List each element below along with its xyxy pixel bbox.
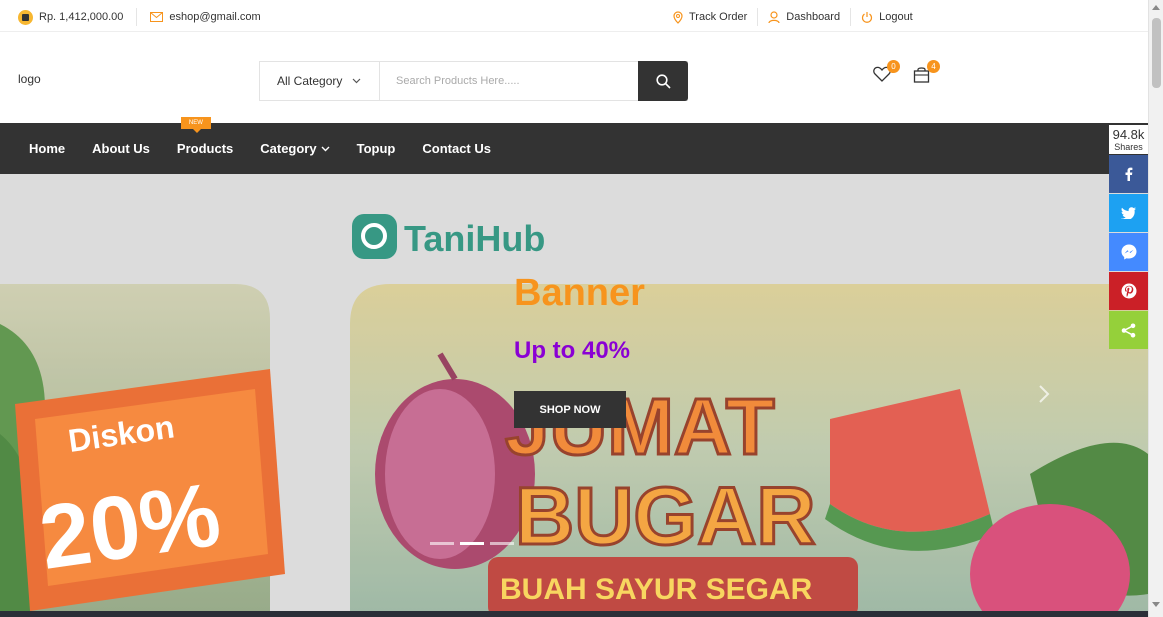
carousel-dot-active[interactable]: [460, 542, 484, 545]
top-bar-right: Track Order Dashboard Logout: [673, 8, 913, 26]
divider: [850, 8, 852, 26]
nav-item-label: About Us: [92, 141, 150, 156]
facebook-icon: [1125, 167, 1132, 181]
share-count-label: Shares: [1114, 142, 1143, 152]
wallet-icon: [18, 9, 33, 25]
shop-now-button[interactable]: SHOP NOW: [514, 391, 626, 428]
main-navigation: Home About Us NEW Products Category Topu…: [0, 117, 1148, 174]
nav-item-label: Contact Us: [422, 141, 491, 156]
nav-item-category[interactable]: Category: [260, 141, 330, 156]
sharethis-share-button[interactable]: [1109, 311, 1148, 349]
facebook-share-button[interactable]: [1109, 155, 1148, 193]
messenger-share-button[interactable]: [1109, 233, 1148, 271]
nav-item-label: Category: [260, 141, 317, 156]
scrollbar-thumb[interactable]: [1152, 18, 1161, 88]
divider: [757, 8, 759, 26]
hero-banner: Diskon 20% TaniHub JUMAT BUGAR BUAH SAYU…: [0, 174, 1148, 611]
balance: Rp. 1,412,000.00: [18, 9, 124, 25]
top-bar: Rp. 1,412,000.00 eshop@gmail.com Track O…: [0, 0, 1148, 32]
cart-count-badge: 4: [927, 60, 940, 73]
wishlist-count-badge: 0: [887, 60, 900, 73]
email-text: eshop@gmail.com: [169, 11, 261, 23]
carousel-dot[interactable]: [490, 542, 514, 545]
search-button[interactable]: [638, 61, 688, 101]
user-icon: [768, 10, 780, 23]
vertical-scrollbar[interactable]: [1148, 0, 1163, 617]
location-pin-icon: [673, 10, 683, 24]
scroll-up-arrow-icon[interactable]: [1152, 5, 1160, 10]
nav-item-home[interactable]: Home: [29, 141, 65, 156]
power-icon: [862, 12, 873, 23]
twitter-icon: [1121, 207, 1136, 219]
email[interactable]: eshop@gmail.com: [150, 11, 261, 23]
scroll-down-arrow-icon[interactable]: [1152, 602, 1160, 607]
logout-label: Logout: [879, 11, 913, 23]
nav-item-topup[interactable]: Topup: [357, 141, 396, 156]
pinterest-share-button[interactable]: [1109, 272, 1148, 310]
header: logo All Category 0 4: [0, 36, 1148, 123]
category-select[interactable]: All Category: [260, 62, 380, 100]
twitter-share-button[interactable]: [1109, 194, 1148, 232]
logout-link[interactable]: Logout: [861, 11, 913, 23]
search-icon: [655, 73, 671, 89]
search-input[interactable]: [380, 62, 639, 100]
balance-text: Rp. 1,412,000.00: [39, 11, 124, 23]
wishlist-button[interactable]: 0: [873, 60, 900, 88]
top-bar-left: Rp. 1,412,000.00 eshop@gmail.com: [18, 8, 261, 26]
nav-item-label: Topup: [356, 141, 396, 156]
nav-item-label: Home: [29, 141, 66, 156]
dashboard-label: Dashboard: [786, 11, 841, 23]
new-badge: NEW: [180, 117, 211, 133]
chevron-down-icon: [321, 146, 330, 151]
mail-icon: [150, 12, 164, 22]
carousel-indicators: [430, 542, 514, 545]
nav-item-contact-us[interactable]: Contact Us: [422, 141, 491, 156]
nav-item-about-us[interactable]: About Us: [92, 141, 150, 156]
social-share-bar: 94.8k Shares: [1109, 125, 1148, 349]
banner-subtitle: Up to 40%: [514, 337, 631, 364]
share-icon: [1121, 323, 1136, 337]
chevron-down-icon: [352, 78, 361, 84]
dashboard-link[interactable]: Dashboard: [768, 10, 841, 24]
share-count: 94.8k Shares: [1109, 125, 1148, 154]
search-form: All Category: [259, 61, 688, 101]
divider: [136, 8, 138, 26]
site-logo[interactable]: logo: [18, 72, 41, 86]
category-select-value: All Category: [277, 74, 343, 88]
page-bottom-strip: [0, 611, 1148, 617]
messenger-icon: [1121, 244, 1136, 260]
banner-title: Banner: [514, 272, 645, 314]
track-order-label: Track Order: [689, 11, 748, 23]
share-count-number: 94.8k: [1112, 127, 1145, 142]
carousel-dot[interactable]: [430, 542, 454, 545]
track-order-link[interactable]: Track Order: [673, 10, 748, 24]
cart-button[interactable]: 4: [913, 60, 940, 88]
nav-item-products[interactable]: NEW Products: [176, 117, 234, 156]
nav-item-label: Products: [176, 141, 234, 156]
pinterest-icon: [1121, 283, 1136, 299]
